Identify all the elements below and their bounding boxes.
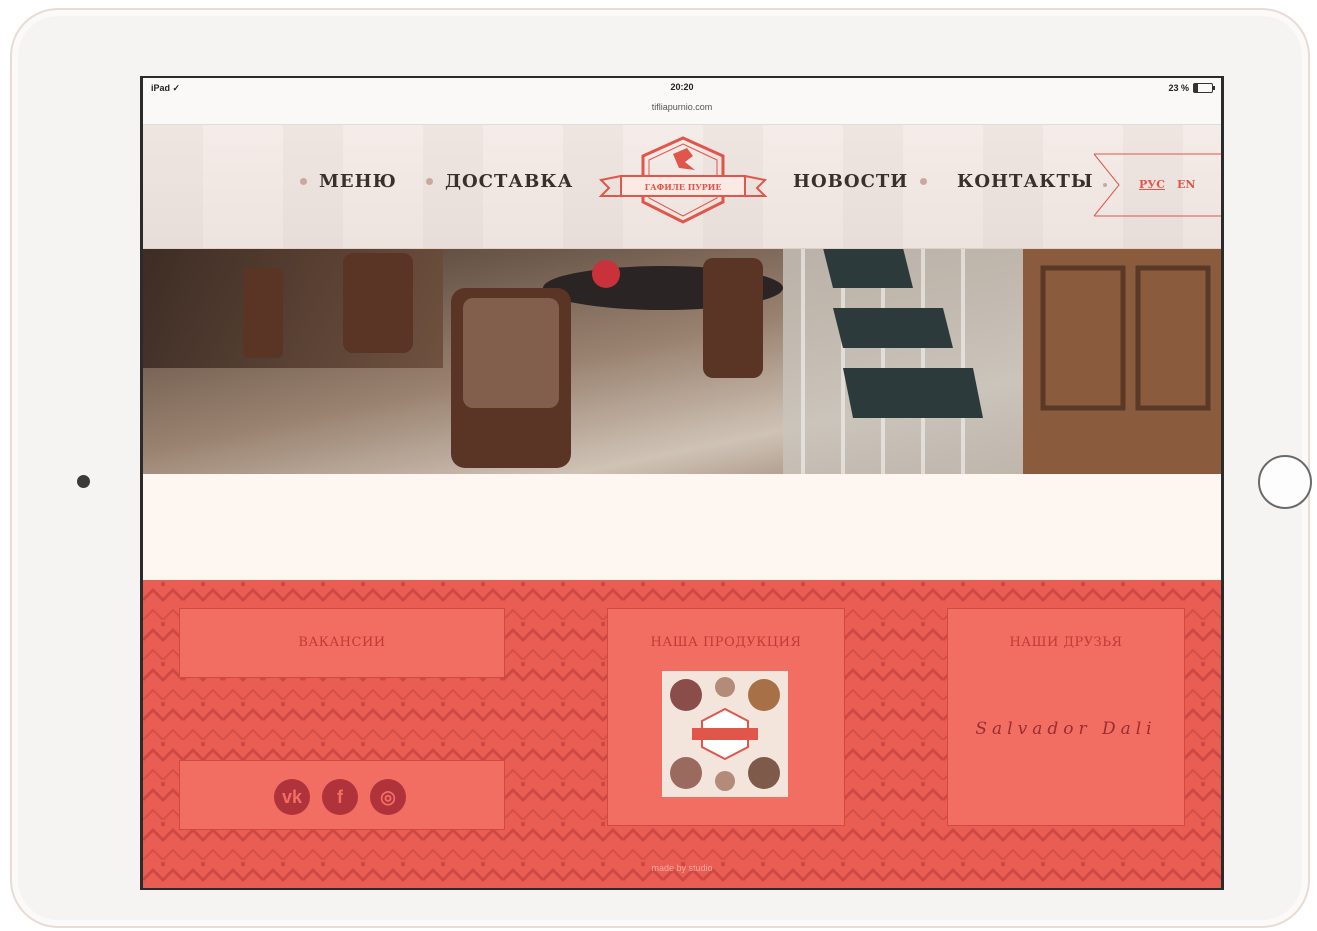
- lang-ru[interactable]: РУС: [1139, 178, 1165, 191]
- nav-contacts[interactable]: КОНТАКТЫ: [957, 171, 1094, 192]
- nav-news[interactable]: НОВОСТИ: [793, 171, 928, 192]
- vacancies-title: ВАКАНСИИ: [298, 635, 386, 650]
- social-box: vk f ◎: [179, 760, 505, 830]
- nav-menu-label: МЕНЮ: [319, 171, 397, 192]
- screen: iPad ✓ 20:20 tifliapurnio.com 23 % МЕНЮ …: [140, 76, 1224, 890]
- home-button[interactable]: [1258, 455, 1312, 509]
- browser-viewport: iPad ✓ 20:20 tifliapurnio.com 23 % МЕНЮ …: [143, 78, 1221, 888]
- instagram-icon[interactable]: ◎: [370, 779, 406, 815]
- site-logo[interactable]: ГАФИЛЕ ПУРИЕ: [595, 134, 771, 234]
- facebook-icon[interactable]: f: [322, 779, 358, 815]
- nav-contacts-label: КОНТАКТЫ: [957, 171, 1094, 192]
- hero-image: [143, 248, 1221, 474]
- nav-delivery[interactable]: ДОСТАВКА: [426, 171, 573, 192]
- site-header: МЕНЮ ДОСТАВКА ГАФИЛЕ ПУРИЕ НОВОСТИ КОНТА…: [143, 124, 1221, 249]
- products-box[interactable]: НАША ПРОДУКЦИЯ: [607, 608, 845, 826]
- nav-menu[interactable]: МЕНЮ: [300, 171, 397, 192]
- front-camera: [77, 475, 90, 488]
- vacancies-box[interactable]: ВАКАНСИИ: [179, 608, 505, 678]
- battery-indicator: 23 %: [1168, 83, 1215, 93]
- vk-icon[interactable]: vk: [274, 779, 310, 815]
- ipad-frame: iPad ✓ 20:20 tifliapurnio.com 23 % МЕНЮ …: [10, 8, 1312, 928]
- content-spacer: [143, 474, 1221, 580]
- site-footer: ВАКАНСИИ vk f ◎ НАША ПРОДУКЦИЯ НАШИ ДРУЗ…: [143, 580, 1221, 888]
- nav-delivery-label: ДОСТАВКА: [445, 171, 574, 192]
- friends-box: НАШИ ДРУЗЬЯ Salvador Dali: [947, 608, 1185, 826]
- products-title: НАША ПРОДУКЦИЯ: [650, 635, 802, 650]
- bullet-icon: [920, 178, 928, 185]
- product-package-image[interactable]: [662, 671, 788, 797]
- status-bar: iPad ✓ 20:20 tifliapurnio.com 23 %: [143, 78, 1221, 125]
- bullet-icon: [300, 178, 307, 185]
- clock: 20:20: [670, 82, 694, 92]
- language-switcher: РУС EN: [1093, 152, 1221, 218]
- battery-icon: [1193, 83, 1215, 93]
- address-bar-url[interactable]: tifliapurnio.com: [143, 102, 1221, 112]
- logo-text: ГАФИЛЕ ПУРИЕ: [645, 182, 722, 192]
- partner-logo-salvador-dali[interactable]: Salvador Dali: [948, 719, 1184, 739]
- nav-news-label: НОВОСТИ: [793, 171, 909, 192]
- lang-en[interactable]: EN: [1177, 178, 1195, 191]
- bullet-icon: [426, 178, 433, 185]
- friends-title: НАШИ ДРУЗЬЯ: [1009, 635, 1123, 650]
- made-by-credit[interactable]: made by studio: [143, 863, 1221, 873]
- battery-percent: 23 %: [1168, 83, 1189, 93]
